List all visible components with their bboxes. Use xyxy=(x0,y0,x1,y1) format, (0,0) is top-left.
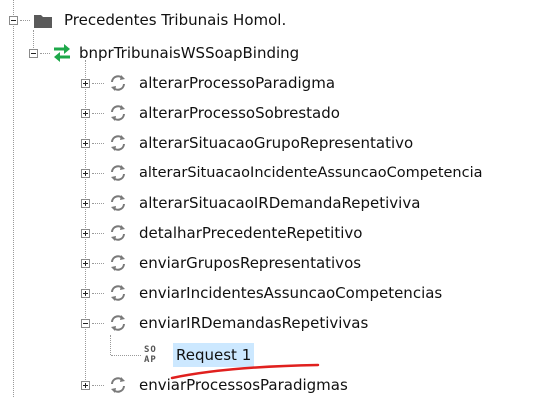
request-label[interactable]: Request 1 xyxy=(173,343,255,367)
expand-toggle[interactable] xyxy=(81,79,90,88)
expand-toggle[interactable] xyxy=(81,229,90,238)
navigator-tree: Precedentes Tribunais Homol. bnprTribuna… xyxy=(0,0,554,397)
tree-node-operation[interactable]: alterarSituacaoIRDemandaRepetiviva xyxy=(0,191,554,215)
operation-icon xyxy=(111,377,125,393)
operation-label: alterarProcessoSobrestado xyxy=(139,104,340,122)
expand-toggle[interactable] xyxy=(81,259,90,268)
expand-toggle[interactable] xyxy=(81,289,90,298)
folder-icon xyxy=(34,15,52,28)
tree-node-operation[interactable]: alterarProcessoParadigma xyxy=(0,71,554,95)
interface-arrows-icon xyxy=(54,44,70,62)
operation-icon xyxy=(111,225,125,241)
soap-request-icon: SO AP xyxy=(144,345,157,365)
expand-toggle[interactable] xyxy=(81,381,90,390)
tree-node-operation[interactable]: enviarGruposRepresentativos xyxy=(0,251,554,275)
operation-icon xyxy=(111,105,125,121)
collapse-toggle[interactable] xyxy=(81,319,90,328)
operation-label: enviarIRDemandasRepetivivas xyxy=(139,314,369,332)
tree-node-operation[interactable]: alterarSituacaoIncidenteAssuncaoCompeten… xyxy=(0,161,554,185)
operation-label: enviarIncidentesAssuncaoCompetencias xyxy=(139,284,443,302)
operation-label: enviarProcessosParadigmas xyxy=(139,376,348,394)
binding-label: bnprTribunaisWSSoapBinding xyxy=(79,44,300,62)
operation-icon xyxy=(111,165,125,181)
operation-icon xyxy=(111,255,125,271)
project-label: Precedentes Tribunais Homol. xyxy=(64,11,287,29)
tree-node-request[interactable]: SO AP Request 1 xyxy=(0,343,554,367)
collapse-toggle[interactable] xyxy=(29,49,38,58)
expand-toggle[interactable] xyxy=(81,139,90,148)
tree-node-operation[interactable]: enviarIncidentesAssuncaoCompetencias xyxy=(0,281,554,305)
operation-icon xyxy=(111,75,125,91)
expand-toggle[interactable] xyxy=(81,199,90,208)
tree-node-operation[interactable]: enviarProcessosParadigmas xyxy=(0,373,554,397)
tree-node-binding[interactable]: bnprTribunaisWSSoapBinding xyxy=(0,41,554,65)
operation-icon xyxy=(111,285,125,301)
tree-node-operation[interactable]: alterarSituacaoGrupoRepresentativo xyxy=(0,131,554,155)
operation-icon xyxy=(111,135,125,151)
operation-label: enviarGruposRepresentativos xyxy=(139,254,362,272)
operation-label: alterarSituacaoGrupoRepresentativo xyxy=(139,134,414,152)
operation-label: alterarSituacaoIRDemandaRepetiviva xyxy=(139,194,421,212)
tree-node-operation-expanded[interactable]: enviarIRDemandasRepetivivas xyxy=(0,311,554,335)
tree-node-operation[interactable]: detalharPrecedenteRepetitivo xyxy=(0,221,554,245)
collapse-toggle[interactable] xyxy=(9,16,18,25)
operation-label: alterarProcessoParadigma xyxy=(139,74,336,92)
expand-toggle[interactable] xyxy=(81,169,90,178)
operation-icon xyxy=(111,195,125,211)
tree-node-project[interactable]: Precedentes Tribunais Homol. xyxy=(0,8,554,32)
expand-toggle[interactable] xyxy=(81,109,90,118)
operation-label: alterarSituacaoIncidenteAssuncaoCompeten… xyxy=(139,165,483,181)
operation-label: detalharPrecedenteRepetitivo xyxy=(139,224,363,242)
tree-node-operation[interactable]: alterarProcessoSobrestado xyxy=(0,101,554,125)
operation-icon xyxy=(111,315,125,331)
